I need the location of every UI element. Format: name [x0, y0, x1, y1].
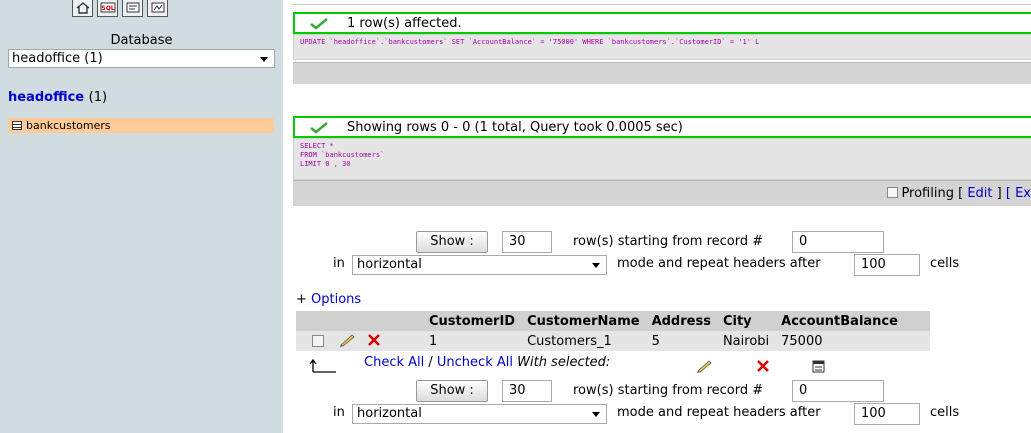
column-header-customerid[interactable]: CustomerID	[423, 311, 522, 331]
show-button[interactable]: Show :	[416, 231, 488, 253]
sql-line: LIMIT 0 , 30	[300, 160, 351, 168]
database-label: Database	[110, 33, 173, 48]
profiling-controls: Profiling [ Edit ] [ Ex	[887, 186, 1031, 201]
docs-icon[interactable]	[147, 0, 168, 17]
database-name-link[interactable]: headoffice	[8, 90, 84, 105]
edit-pencil-icon[interactable]	[338, 333, 356, 347]
column-header-customername[interactable]: CustomerName	[521, 311, 646, 331]
update-sql-toolbar	[293, 62, 1031, 84]
table-row: 1 Customers_1 5 Nairobi 75000	[296, 331, 931, 351]
bracket: [	[958, 186, 964, 201]
column-header-city[interactable]: City	[716, 311, 776, 331]
sql-icon-text: SQL	[101, 5, 114, 12]
repeat-headers-input[interactable]: 100	[854, 403, 920, 425]
success-message-select: Showing rows 0 - 0 (1 total, Query took …	[293, 116, 1031, 138]
success-check-icon	[310, 122, 328, 134]
database-heading[interactable]: headoffice (1)	[8, 90, 107, 105]
rows-count-input[interactable]: 30	[502, 380, 552, 402]
arrow-up-left-icon	[309, 358, 336, 373]
frame-splitter[interactable]	[283, 0, 292, 433]
start-record-input[interactable]: 0	[792, 231, 884, 253]
options-prefix: +	[296, 292, 312, 307]
cell-city: Nairobi	[716, 331, 776, 351]
check-all-link[interactable]: Check All	[364, 355, 424, 370]
row-checkbox[interactable]	[312, 335, 324, 347]
display-mode-value: horizontal	[357, 257, 422, 272]
results-table: CustomerID CustomerName Address City Acc…	[296, 311, 931, 351]
start-record-input[interactable]: 0	[792, 380, 884, 402]
profiling-checkbox[interactable]	[887, 187, 899, 198]
with-selected-label: With selected:	[517, 355, 611, 370]
sql-icon[interactable]: SQL	[97, 0, 118, 17]
mode-label: mode and repeat headers after	[617, 256, 821, 271]
select-message-text: Showing rows 0 - 0 (1 total, Query took …	[347, 120, 683, 135]
table-header-row: CustomerID CustomerName Address City Acc…	[296, 311, 931, 331]
in-label: in	[333, 405, 345, 420]
cell-customerid: 1	[423, 331, 522, 351]
display-mode-value: horizontal	[357, 406, 422, 421]
in-label: in	[333, 256, 345, 271]
bracket: ]	[996, 186, 1002, 201]
delete-selected-icon[interactable]	[755, 359, 771, 373]
column-header-address[interactable]: Address	[645, 311, 717, 331]
cells-label: cells	[930, 256, 960, 271]
sql-line: SELECT *	[300, 142, 334, 150]
cell-accountbalance: 75000	[775, 331, 931, 351]
cells-label: cells	[930, 405, 960, 420]
main-frame: 1 row(s) affected. UPDATE `headoffice`.`…	[292, 0, 1031, 433]
uncheck-all-link[interactable]: Uncheck All	[437, 355, 513, 370]
navigation-frame: SQL Database headoffice (1) headoffice (…	[0, 0, 283, 433]
display-mode-select[interactable]: horizontal	[352, 404, 607, 424]
database-table-count: (1)	[88, 90, 108, 105]
chevron-down-icon	[592, 263, 600, 268]
chevron-down-icon	[260, 57, 268, 62]
delete-icon[interactable]	[366, 333, 382, 347]
cell-customername: Customers_1	[521, 331, 646, 351]
display-mode-select[interactable]: horizontal	[352, 255, 607, 275]
database-select-value: headoffice (1)	[12, 51, 103, 66]
update-message-text: 1 row(s) affected.	[347, 16, 462, 31]
query-window-icon[interactable]	[122, 0, 143, 17]
update-sql-query: UPDATE `headoffice`.`bankcustomers` SET …	[293, 34, 1031, 60]
options-toggle[interactable]: + Options	[296, 292, 361, 307]
table-icon[interactable]	[12, 121, 22, 130]
database-select[interactable]: headoffice (1)	[8, 49, 275, 68]
sidebar-item-label[interactable]: bankcustomers	[26, 119, 111, 132]
header-strip	[292, 0, 1031, 5]
starting-label: row(s) starting from record #	[573, 383, 764, 398]
bulk-actions: Check All / Uncheck All With selected:	[364, 355, 610, 370]
action-header	[296, 311, 423, 331]
home-icon[interactable]	[72, 0, 93, 17]
repeat-headers-input[interactable]: 100	[854, 254, 920, 276]
select-sql-query: SELECT * FROM `bankcustomers` LIMIT 0 , …	[293, 138, 1031, 180]
success-check-icon	[310, 18, 328, 30]
edit-selected-pencil-icon[interactable]	[695, 359, 713, 373]
column-header-accountbalance[interactable]: AccountBalance	[775, 311, 931, 331]
cell-address: 5	[645, 331, 717, 351]
row-actions	[296, 331, 423, 351]
show-button[interactable]: Show :	[416, 380, 488, 402]
export-selected-icon[interactable]	[811, 358, 827, 374]
sidebar-item-bankcustomers[interactable]: bankcustomers	[8, 118, 274, 133]
profiling-label: Profiling	[901, 186, 954, 201]
separator: /	[424, 355, 437, 370]
rows-count-input[interactable]: 30	[502, 231, 552, 253]
success-message-update: 1 row(s) affected.	[293, 12, 1031, 34]
edit-link[interactable]: Edit	[967, 186, 992, 201]
explain-link[interactable]: [ Ex	[1006, 186, 1031, 201]
sql-line: FROM `bankcustomers`	[300, 151, 385, 159]
top-icons: SQL	[72, 0, 168, 17]
options-link[interactable]: Options	[311, 292, 361, 307]
mode-label: mode and repeat headers after	[617, 405, 821, 420]
chevron-down-icon	[592, 412, 600, 417]
starting-label: row(s) starting from record #	[573, 234, 764, 249]
update-sql-text: UPDATE `headoffice`.`bankcustomers` SET …	[300, 38, 760, 46]
